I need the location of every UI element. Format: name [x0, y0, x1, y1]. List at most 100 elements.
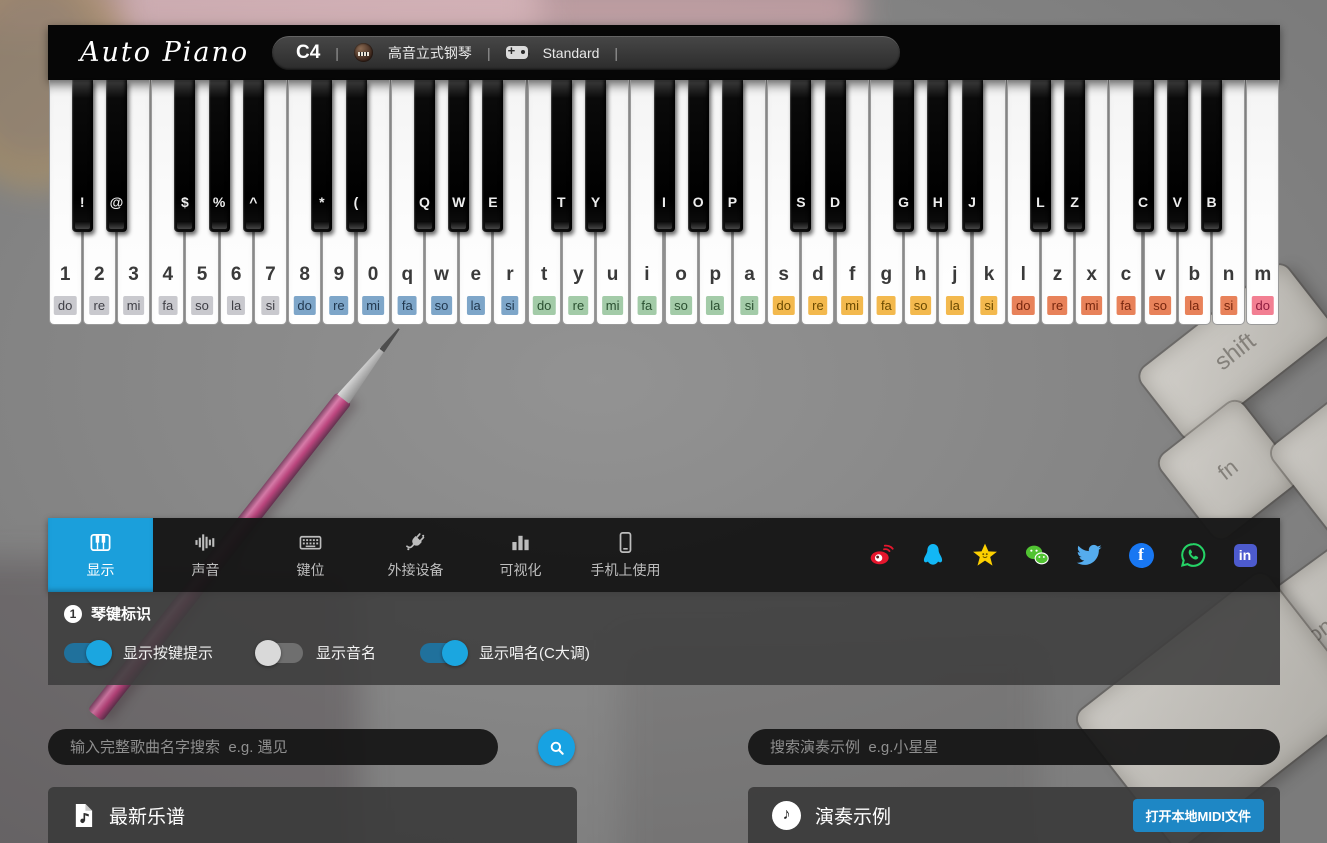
weibo-icon[interactable] [868, 542, 894, 568]
black-key-V[interactable]: V [1167, 80, 1188, 232]
tab-display[interactable]: 显示 [48, 518, 153, 592]
wechat-icon[interactable] [1024, 542, 1050, 568]
whatsapp-icon[interactable] [1180, 542, 1206, 568]
app-header: Auto Piano C4 | 高音立式钢琴 | Standard | [48, 25, 1280, 80]
black-key-T[interactable]: T [551, 80, 572, 232]
key-letter: i [631, 264, 662, 286]
solfege-badge: la [467, 296, 485, 315]
demo-search-input[interactable] [748, 729, 1280, 765]
black-key-J[interactable]: J [962, 80, 983, 232]
instrument-label[interactable]: 高音立式钢琴 [388, 43, 472, 63]
music-file-icon [72, 803, 95, 828]
key-letter: E [482, 194, 503, 210]
black-key-*[interactable]: * [311, 80, 332, 232]
linkedin-icon[interactable]: in [1232, 542, 1258, 568]
play-demos-title: 演奏示例 [815, 802, 891, 829]
black-key-$[interactable]: $ [174, 80, 195, 232]
black-key-E[interactable]: E [482, 80, 503, 232]
tab-label: 显示 [87, 560, 115, 580]
key-letter: Q [414, 194, 435, 210]
tab-sound[interactable]: 声音 [153, 518, 258, 592]
facebook-glyph: f [1129, 543, 1154, 568]
current-note-label: C4 [296, 42, 320, 64]
black-key-^[interactable]: ^ [243, 80, 264, 232]
tab-mobile[interactable]: 手机上使用 [573, 518, 678, 592]
black-key-C[interactable]: C [1133, 80, 1154, 232]
solfege-badge: si [741, 296, 758, 315]
key-letter: Z [1064, 194, 1085, 210]
twitter-icon[interactable] [1076, 542, 1102, 568]
black-key-D[interactable]: D [825, 80, 846, 232]
settings-tabbar: 显示 声音键位外接设备 可视化手机上使用 f in [48, 518, 1280, 592]
tab-label: 手机上使用 [591, 560, 661, 580]
solfege-badge: fa [877, 296, 896, 315]
solfege-badge: so [431, 296, 453, 315]
pill-separator: | [614, 45, 618, 61]
key-letter: q [392, 264, 423, 286]
solfege-badge: mi [602, 296, 624, 315]
virtual-piano: 1do2re3mi4fa5so6la7si8do9re0miqfawsoelar… [48, 80, 1280, 325]
section-title: 琴键标识 [91, 603, 151, 624]
qzone-icon[interactable] [972, 542, 998, 568]
app-logo: Auto Piano [80, 37, 250, 68]
solfege-badge: mi [1081, 296, 1103, 315]
key-label-settings-panel: 1 琴键标识 显示按键提示显示音名显示唱名(C大调) [48, 592, 1280, 685]
toggle-switch-0[interactable] [64, 643, 110, 663]
devices-icon [404, 531, 427, 554]
sheet-search-input[interactable] [48, 729, 498, 765]
solfege-badge: do [772, 296, 794, 315]
black-key-%[interactable]: % [209, 80, 230, 232]
key-letter: n [1213, 264, 1244, 286]
black-key-I[interactable]: I [654, 80, 675, 232]
key-letter: u [597, 264, 628, 286]
black-key-([interactable]: ( [346, 80, 367, 232]
black-key-![interactable]: ! [72, 80, 93, 232]
solfege-badge: mi [841, 296, 863, 315]
mobile-icon [614, 531, 637, 554]
solfege-badge: re [90, 296, 110, 315]
black-key-H[interactable]: H [927, 80, 948, 232]
tabs-container: 显示 声音键位外接设备 可视化手机上使用 [48, 518, 678, 592]
black-key-P[interactable]: P [722, 80, 743, 232]
black-key-B[interactable]: B [1201, 80, 1222, 232]
toggle-switch-2[interactable] [420, 643, 466, 663]
black-key-L[interactable]: L [1030, 80, 1051, 232]
black-key-Y[interactable]: Y [585, 80, 606, 232]
black-key-O[interactable]: O [688, 80, 709, 232]
tab-visualization[interactable]: 可视化 [468, 518, 573, 592]
solfege-badge: so [910, 296, 932, 315]
key-letter: P [722, 194, 743, 210]
solfege-badge: re [1048, 296, 1068, 315]
black-key-S[interactable]: S [790, 80, 811, 232]
toggle-switch-1[interactable] [257, 643, 303, 663]
status-pill: C4 | 高音立式钢琴 | Standard | [272, 36, 900, 70]
key-letter: * [311, 194, 332, 210]
keymap-label[interactable]: Standard [543, 45, 600, 61]
key-letter: e [460, 264, 491, 286]
key-letter: j [939, 264, 970, 286]
tab-keymap[interactable]: 键位 [258, 518, 363, 592]
key-letter: 5 [186, 264, 217, 286]
tab-devices[interactable]: 外接设备 [363, 518, 468, 592]
key-letter: J [962, 194, 983, 210]
black-key-W[interactable]: W [448, 80, 469, 232]
black-key-Z[interactable]: Z [1064, 80, 1085, 232]
display-icon [89, 531, 112, 554]
key-letter: H [927, 194, 948, 210]
open-midi-file-button[interactable]: 打开本地MIDI文件 [1133, 799, 1264, 832]
key-letter: 3 [118, 264, 149, 286]
solfege-badge: so [670, 296, 692, 315]
search-button[interactable] [538, 729, 575, 766]
black-key-G[interactable]: G [893, 80, 914, 232]
tab-label: 外接设备 [388, 560, 444, 580]
facebook-icon[interactable]: f [1128, 542, 1154, 568]
social-links: f in [868, 518, 1258, 592]
black-key-Q[interactable]: Q [414, 80, 435, 232]
pill-separator: | [487, 45, 491, 61]
black-key-@[interactable]: @ [106, 80, 127, 232]
white-key-m[interactable]: mdo [1246, 80, 1279, 325]
solfege-badge: la [946, 296, 964, 315]
qq-icon[interactable] [920, 542, 946, 568]
solfege-badge: la [227, 296, 245, 315]
solfege-badge: do [1012, 296, 1034, 315]
